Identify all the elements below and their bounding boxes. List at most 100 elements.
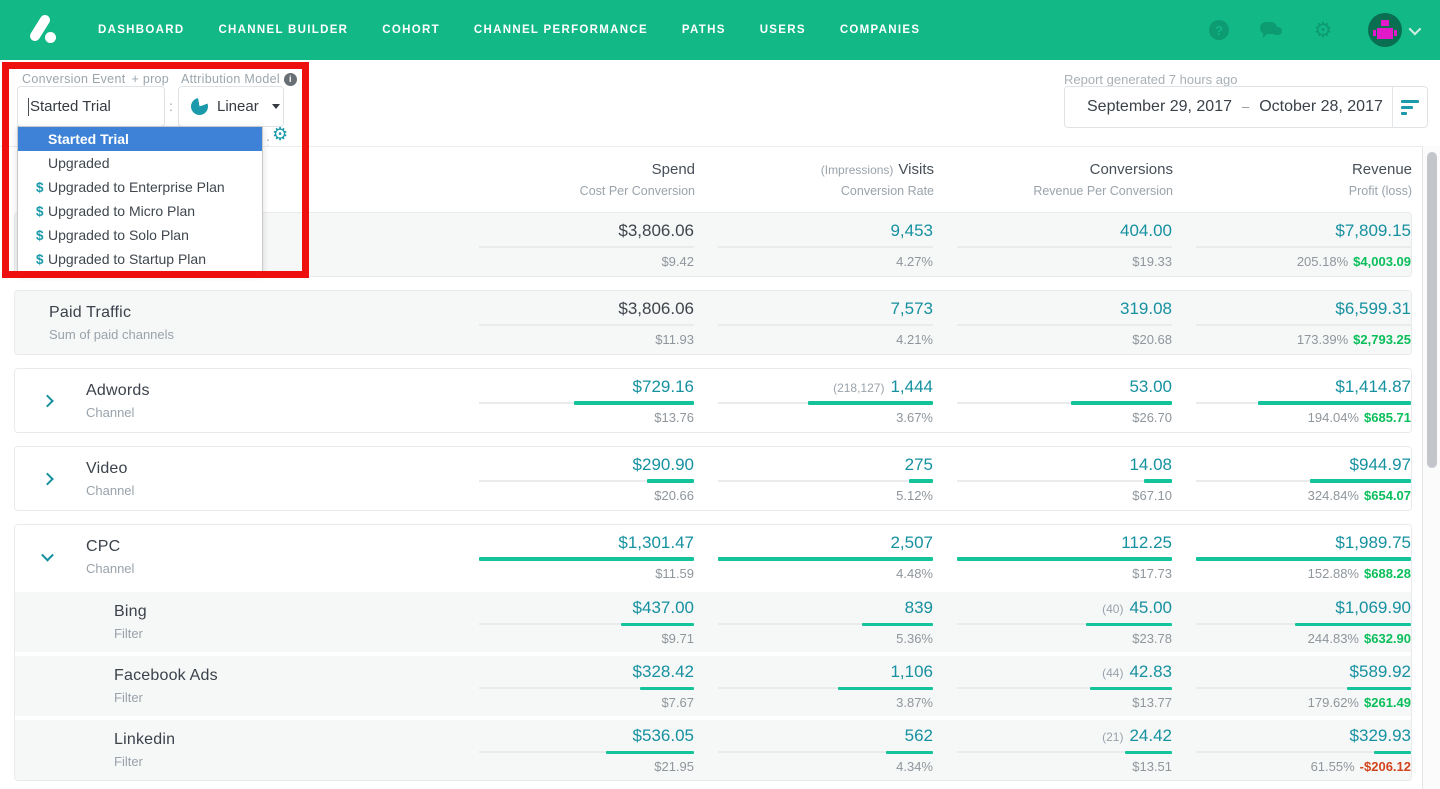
dropdown-option[interactable]: $ Upgraded to Solo Plan	[18, 223, 262, 247]
metric-value-link[interactable]: (21) 24.42	[957, 726, 1172, 746]
nav-item[interactable]: PATHS	[682, 24, 726, 36]
expand-chevron-icon[interactable]	[41, 394, 54, 407]
dropdown-option[interactable]: $ Upgraded	[18, 151, 262, 175]
metric-sub-value: $13.77	[1132, 695, 1172, 710]
app-logo[interactable]	[26, 13, 60, 47]
table-row[interactable]: Adwords Channel $729.16 $13.76 (218,127)…	[15, 369, 1411, 432]
metric-value-link[interactable]: $437.00	[479, 598, 694, 618]
app-logo-icon	[30, 15, 56, 43]
metric-value-link[interactable]: 2,507	[718, 533, 933, 553]
metric-value-link[interactable]: $1,301.47	[479, 533, 694, 553]
metric-value-link[interactable]: $944.97	[1196, 455, 1411, 475]
row-title: Video	[86, 459, 128, 477]
table-row[interactable]: CPC Channel $1,301.47 $11.59 2,507 4.48%…	[15, 525, 1411, 588]
metric-value: 53.00	[1129, 376, 1172, 396]
metric-cell: 53.00 $26.70	[957, 377, 1172, 425]
dollar-icon: $	[36, 179, 44, 195]
nav-item[interactable]: DASHBOARD	[98, 24, 184, 36]
dropdown-option[interactable]: $ Upgraded to Enterprise Plan	[18, 175, 262, 199]
metric-value-link[interactable]: 14.08	[957, 455, 1172, 475]
scrollbar-thumb[interactable]	[1427, 152, 1437, 468]
metric-value-link[interactable]: $290.90	[479, 455, 694, 475]
row-title: Adwords	[86, 381, 150, 399]
metric-sub-value: $20.68	[1132, 331, 1172, 347]
row-name-cell: Video Channel	[15, 447, 455, 510]
metric-value-link[interactable]: 275	[718, 455, 933, 475]
metric-sub: $20.66	[479, 488, 694, 503]
nav-item[interactable]: CHANNEL BUILDER	[218, 24, 348, 36]
metric-value-link[interactable]: $536.05	[479, 726, 694, 746]
expand-chevron-icon[interactable]	[41, 548, 54, 562]
metric-value-link[interactable]: $729.16	[479, 377, 694, 397]
metric-cell: $3,806.06 $9.42	[479, 221, 694, 269]
metric-value-link[interactable]: $589.92	[1196, 662, 1411, 682]
metric-value-link[interactable]: 839	[718, 598, 933, 618]
metric-sub-value: 4.21%	[896, 331, 933, 347]
metric-sub: 194.04% $685.71	[1196, 410, 1411, 425]
metric-value-link[interactable]: 7,573	[718, 299, 933, 319]
dropdown-option[interactable]: $ Upgraded to Micro Plan	[18, 199, 262, 223]
date-range-picker[interactable]: September 29, 2017 – October 28, 2017	[1064, 86, 1428, 128]
settings-gear-icon[interactable]: ⚙	[1312, 19, 1334, 41]
add-prop-link[interactable]: + prop	[131, 72, 169, 86]
info-icon[interactable]: i	[283, 72, 297, 86]
metric-sub-value: 244.83%	[1307, 631, 1359, 646]
metric-value-link[interactable]: $1,989.75	[1196, 533, 1411, 553]
row-settings-gear-icon[interactable]: ⚙	[272, 124, 288, 145]
metric-value: $3,806.06	[618, 220, 694, 240]
table-row[interactable]: Bing Filter $437.00 $9.71 839 5.36% (40)…	[15, 588, 1411, 652]
metric-cell: 2,507 4.48%	[718, 533, 933, 581]
dropdown-option[interactable]: $ Upgraded to Startup Plan	[18, 247, 262, 271]
metric-sub: 324.84% $654.07	[1196, 488, 1411, 503]
metric-value-link[interactable]: 112.25	[957, 533, 1172, 553]
metric-value: $589.92	[1349, 662, 1411, 681]
metric-value-link[interactable]: 319.08	[957, 299, 1172, 319]
metric-value-link[interactable]: $6,599.31	[1196, 299, 1411, 319]
attribution-model-select[interactable]: Linear	[178, 86, 284, 127]
nav-item[interactable]: COMPANIES	[840, 24, 921, 36]
metric-value-link[interactable]: 404.00	[957, 221, 1172, 241]
table-row[interactable]: Video Channel $290.90 $20.66 275 5.12% 1…	[15, 447, 1411, 510]
metric-cell: 1,106 3.87%	[718, 662, 933, 710]
metric-sub-value: 61.55%	[1310, 759, 1355, 774]
nav-item[interactable]: COHORT	[382, 24, 440, 36]
metric-value-link[interactable]: (40) 45.00	[957, 598, 1172, 618]
table-row[interactable]: Facebook Ads Filter $328.42 $7.67 1,106 …	[15, 652, 1411, 716]
metric-value-link[interactable]: $1,069.90	[1196, 598, 1411, 618]
filter-icon[interactable]	[1393, 99, 1427, 115]
metric-bar-track	[957, 479, 1172, 483]
metric-value-link[interactable]: $328.42	[479, 662, 694, 682]
nav-item[interactable]: CHANNEL PERFORMANCE	[474, 24, 648, 36]
table-row[interactable]: Paid Traffic Sum of paid channels $3,806…	[15, 291, 1411, 354]
user-menu[interactable]	[1368, 13, 1422, 47]
conversion-event-value: Started Trial	[30, 98, 111, 115]
row-cells: $536.05 $21.95 562 4.34% (21) 24.42 $13.5…	[455, 726, 1411, 774]
metric-value-link[interactable]: $1,414.87	[1196, 377, 1411, 397]
metric-value: $437.00	[632, 598, 694, 617]
metric-value-link[interactable]: $7,809.15	[1196, 221, 1411, 241]
metric-pre: (218,127)	[833, 380, 885, 395]
metric-value-link[interactable]: (44) 42.83	[957, 662, 1172, 682]
metric-sub-value: $11.59	[655, 565, 694, 581]
top-nav: DASHBOARD CHANNEL BUILDER COHORT CHANNEL PE…	[0, 0, 1440, 60]
metric-value-link[interactable]: $329.93	[1196, 726, 1411, 746]
metric-value-link[interactable]: 9,453	[718, 221, 933, 241]
chat-icon[interactable]	[1260, 19, 1282, 41]
metric-value-link[interactable]: 1,106	[718, 662, 933, 682]
column-header: Revenue Profit (loss)	[1197, 161, 1412, 198]
conversion-event-input[interactable]: Started Trial	[17, 86, 165, 127]
vertical-scrollbar[interactable]	[1422, 146, 1440, 789]
row-cells: $729.16 $13.76 (218,127) 1,444 3.67% 53.0…	[455, 377, 1411, 425]
table-row[interactable]: Linkedin Filter $536.05 $21.95 562 4.34%…	[15, 716, 1411, 780]
nav-item[interactable]: USERS	[760, 24, 806, 36]
help-icon[interactable]: ?	[1208, 19, 1230, 41]
metric-value-link[interactable]: (218,127) 1,444	[718, 377, 933, 397]
metric-value: 562	[904, 726, 933, 745]
metric-bar	[808, 401, 933, 405]
metric-value-link[interactable]: 53.00	[957, 377, 1172, 397]
dropdown-option[interactable]: $ Started Trial	[18, 127, 262, 151]
expand-chevron-icon[interactable]	[41, 472, 54, 485]
metric-value-link[interactable]: 562	[718, 726, 933, 746]
metric-value: $3,806.06	[618, 298, 694, 318]
dropdown-option-label: Upgraded to Solo Plan	[48, 227, 189, 243]
